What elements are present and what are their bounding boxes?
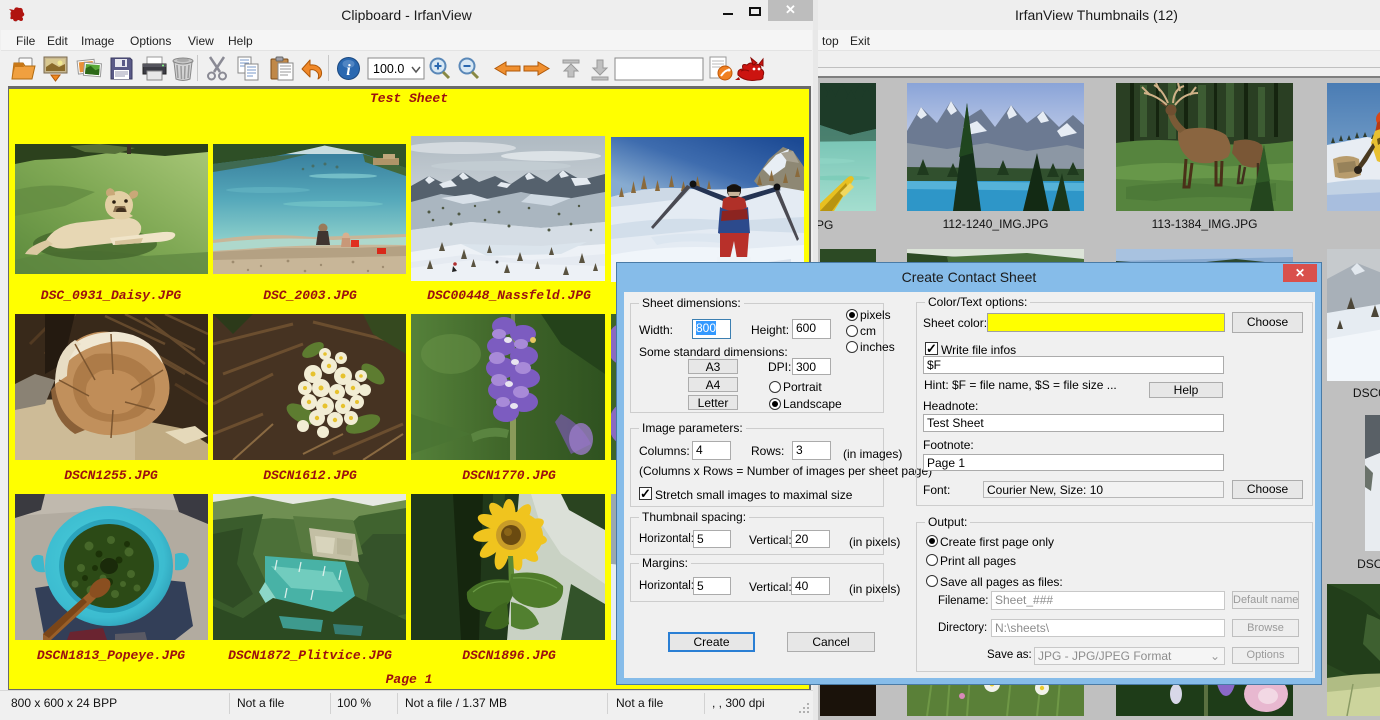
svg-text:i: i xyxy=(346,62,351,79)
svg-text:100.0: 100.0 xyxy=(373,62,404,76)
